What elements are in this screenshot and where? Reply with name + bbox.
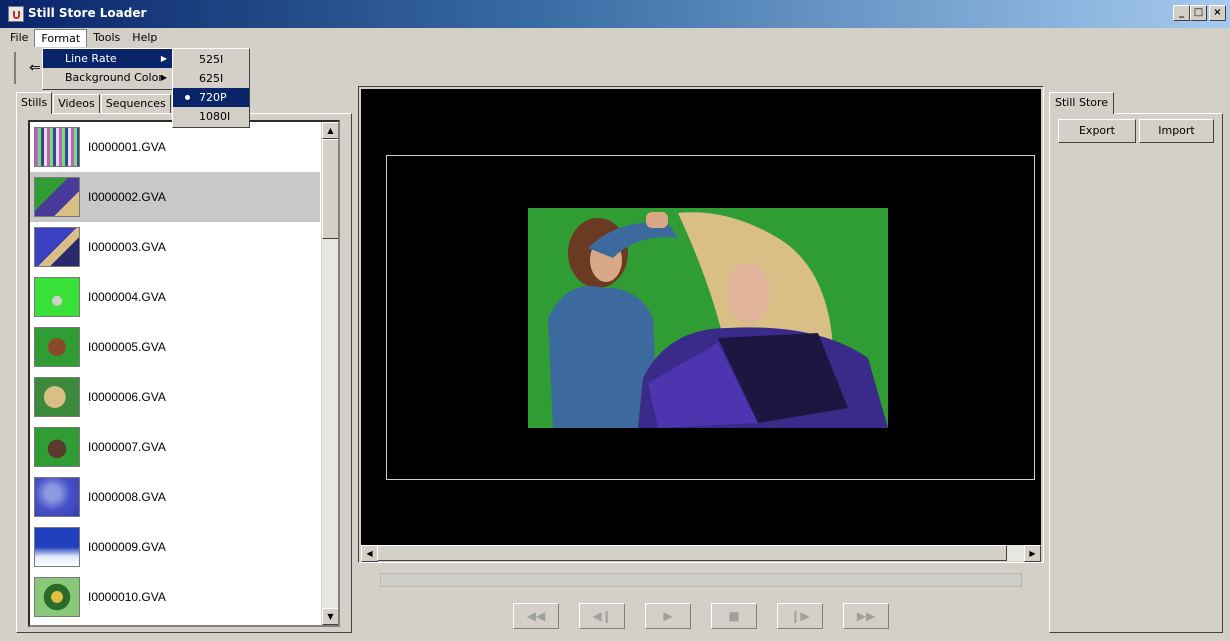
menu-format[interactable]: Format [34, 29, 88, 47]
still-filename: I0000007.GVA [88, 440, 166, 454]
list-item[interactable]: I0000004.GVA [30, 272, 320, 322]
stills-panel: I0000010.GVA I0000009.GVA I0000008.GVA I000… [16, 113, 352, 633]
scroll-up-icon[interactable]: ▲ [322, 122, 338, 139]
still-filename: I0000002.GVA [88, 190, 166, 204]
list-item[interactable]: I0000001.GVA [30, 122, 320, 172]
list-item[interactable]: I0000002.GVA [30, 172, 320, 222]
window-title: Still Store Loader [28, 6, 147, 20]
still-filename: I0000001.GVA [88, 140, 166, 154]
stills-vertical-scrollbar[interactable]: ▲ ▼ [321, 122, 338, 625]
submenu-arrow-icon: ▶ [160, 73, 167, 82]
tab-still-store[interactable]: Still Store [1049, 92, 1115, 114]
scrollbar-thumb[interactable] [322, 139, 338, 239]
menu-item-background-color[interactable]: Background Color ▶ [43, 68, 173, 87]
still-filename: I0000003.GVA [88, 240, 166, 254]
still-store-panel: Export Import [1049, 113, 1223, 633]
still-thumbnail [34, 577, 80, 617]
option-label: 525I [199, 53, 224, 66]
menu-help[interactable]: Help [126, 29, 163, 47]
radio-dot-icon [185, 95, 190, 100]
preview-panel: ◀ ▶ [358, 86, 1044, 563]
still-thumbnail [34, 477, 80, 517]
still-filename: I0000006.GVA [88, 390, 166, 404]
list-item[interactable]: I0000006.GVA [30, 372, 320, 422]
list-item[interactable]: I0000010.GVA [30, 572, 320, 622]
option-label: 625I [199, 72, 224, 85]
scroll-left-icon[interactable]: ◀ [361, 545, 378, 562]
close-button[interactable]: × [1209, 5, 1226, 21]
still-filename: I0000008.GVA [88, 490, 166, 504]
menu-tools[interactable]: Tools [87, 29, 126, 47]
line-rate-625i[interactable]: 625I [173, 69, 249, 88]
preview-image [528, 208, 888, 428]
title-bar: Still Store Loader _ □ × [0, 0, 1230, 28]
playback-progress-bar[interactable] [380, 573, 1022, 587]
still-thumbnail [34, 277, 80, 317]
left-tab-strip: Stills Videos Sequences [16, 92, 172, 114]
list-item[interactable]: I0000003.GVA [30, 222, 320, 272]
menu-item-label: Line Rate [65, 52, 117, 65]
still-thumbnail [34, 327, 80, 367]
still-filename: I0000004.GVA [88, 290, 166, 304]
fast-forward-button[interactable]: ▶▶ [843, 603, 889, 629]
option-label: 1080I [199, 110, 231, 123]
menu-bar: File Format Tools Help [0, 28, 1230, 48]
maximize-button[interactable]: □ [1190, 5, 1207, 21]
option-label: 720P [199, 91, 227, 104]
still-thumbnail [34, 527, 80, 567]
rewind-button[interactable]: ◀◀ [513, 603, 559, 629]
list-item[interactable]: I0000007.GVA [30, 422, 320, 472]
stills-list[interactable]: I0000010.GVA I0000009.GVA I0000008.GVA I000… [28, 120, 340, 627]
stop-button[interactable]: ■ [711, 603, 757, 629]
play-button[interactable]: ▶ [645, 603, 691, 629]
java-cup-icon [8, 6, 24, 22]
tab-stills[interactable]: Stills [16, 92, 53, 114]
still-filename: I0000009.GVA [88, 540, 166, 554]
preview-viewport [361, 89, 1041, 545]
import-button[interactable]: Import [1139, 119, 1214, 143]
preview-horizontal-scrollbar[interactable]: ◀ ▶ [361, 545, 1041, 562]
still-thumbnail [34, 177, 80, 217]
still-thumbnail [34, 427, 80, 467]
menu-item-line-rate[interactable]: Line Rate ▶ [43, 49, 173, 68]
tab-videos[interactable]: Videos [53, 94, 100, 114]
list-item[interactable]: I0000009.GVA [30, 522, 320, 572]
transport-controls: ◀◀ ◀❙ ▶ ■ ❙▶ ▶▶ [513, 603, 909, 629]
tab-sequences[interactable]: Sequences [100, 94, 171, 114]
step-forward-button[interactable]: ❙▶ [777, 603, 823, 629]
scroll-right-icon[interactable]: ▶ [1024, 545, 1041, 562]
line-rate-1080i[interactable]: 1080I [173, 107, 249, 126]
list-item[interactable]: I0000005.GVA [30, 322, 320, 372]
still-filename: I0000005.GVA [88, 340, 166, 354]
list-item[interactable]: I0000008.GVA [30, 472, 320, 522]
menu-file[interactable]: File [4, 29, 34, 47]
still-thumbnail [34, 227, 80, 267]
line-rate-submenu: 525I 625I 720P 1080I [172, 48, 250, 128]
window-controls: _ □ × [1173, 5, 1226, 21]
scroll-down-icon[interactable]: ▼ [322, 608, 338, 625]
submenu-arrow-icon: ▶ [160, 54, 167, 63]
line-rate-525i[interactable]: 525I [173, 50, 249, 69]
menu-item-label: Background Color [65, 71, 163, 84]
minimize-button[interactable]: _ [1173, 5, 1190, 21]
export-button[interactable]: Export [1058, 119, 1136, 143]
step-back-button[interactable]: ◀❙ [579, 603, 625, 629]
format-menu: Line Rate ▶ Background Color ▶ [42, 48, 174, 90]
line-rate-720p[interactable]: 720P [173, 88, 249, 107]
horizontal-scrollbar-thumb[interactable] [377, 545, 1007, 561]
still-thumbnail [34, 377, 80, 417]
still-filename: I0000010.GVA [88, 590, 166, 604]
still-thumbnail [34, 127, 80, 167]
